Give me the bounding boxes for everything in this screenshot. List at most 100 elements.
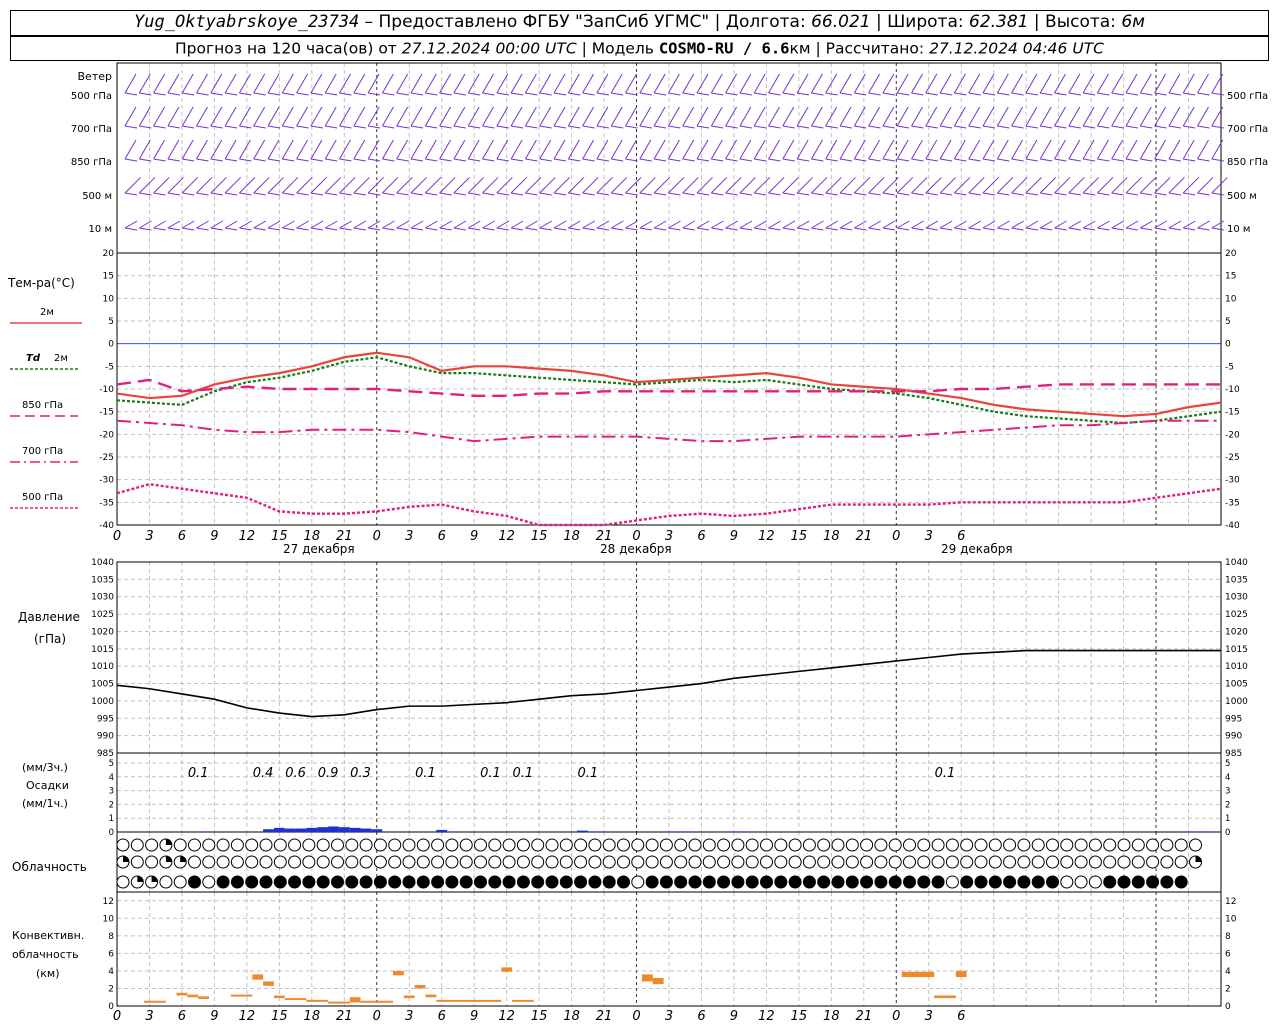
y-tick-label-right: 3 (1225, 787, 1230, 797)
wind-barb (1111, 220, 1125, 229)
wind-barb-shaft (1083, 227, 1096, 231)
wind-barb (424, 73, 437, 94)
wind-barb (453, 139, 466, 160)
wind-barb-shaft (625, 92, 638, 96)
wind-barb-shaft (839, 158, 853, 162)
wind-barb-shaft (568, 158, 581, 162)
wind-barb-shaft (925, 125, 938, 129)
cloud-symbol (459, 875, 473, 889)
wind-barb (510, 106, 523, 127)
wind-barb-shaft (1025, 92, 1038, 96)
wind-barb (653, 139, 666, 160)
wind-barb (381, 106, 394, 127)
y-tick-label-right: 1025 (1225, 610, 1248, 620)
conv-bar (187, 994, 199, 998)
wind-barb (167, 220, 181, 229)
wind-barb (381, 73, 394, 94)
wind-barb-shaft (425, 92, 438, 96)
cloud-symbol (1131, 855, 1145, 869)
cloud-symbol (1031, 875, 1045, 889)
day-label-27: 27 декабря (283, 542, 355, 556)
cloud-symbol (1189, 838, 1202, 852)
wind-barb-shaft (1211, 227, 1224, 231)
wind-barb (467, 106, 480, 127)
cloud-symbol (145, 838, 159, 852)
cloud-symbol (1060, 838, 1074, 852)
cloud-symbol (760, 838, 773, 852)
wind-barb-shaft (139, 227, 152, 231)
wind-barb-shaft (1083, 192, 1096, 196)
x-tick-label-bottom: 18 (304, 1009, 321, 1024)
wind-barb-shaft (153, 192, 166, 196)
wind-barb (553, 139, 566, 160)
wind-barb (510, 220, 524, 229)
wind-barb (625, 73, 637, 94)
wind-barb (667, 139, 680, 160)
y-tick-label-right: -20 (1225, 430, 1240, 440)
cloud-quarter (165, 839, 172, 845)
wind-barb-shaft (368, 92, 381, 96)
wind-barb (210, 106, 223, 127)
wind-barb (796, 177, 814, 194)
conv-bar (252, 974, 264, 980)
wind-barb-shaft (940, 192, 953, 196)
wind-barb-shaft (868, 158, 881, 162)
wind-barb (1125, 177, 1142, 194)
wind-barb-shaft (310, 125, 323, 129)
wind-barb (710, 106, 723, 127)
wind-barb (825, 106, 838, 127)
wind-barb-shaft (711, 158, 724, 162)
cloud-symbol (388, 875, 402, 889)
wind-barb (711, 220, 724, 229)
conv-bar (360, 1000, 393, 1003)
cloud-symbol (1017, 855, 1031, 869)
wind-barb (625, 106, 637, 127)
y-tick-label-right: 0 (1225, 828, 1230, 838)
wind-barb (238, 139, 251, 160)
wind-barb-shaft (1083, 92, 1096, 96)
wind-barb (925, 177, 942, 194)
wind-barb (1211, 220, 1225, 229)
x-tick-label: 18 (563, 529, 580, 544)
wind-barb-shaft (410, 158, 424, 162)
x-tick-label: 12 (758, 529, 775, 544)
y-tick-label-right: 1000 (1225, 697, 1248, 707)
wind-barb-shaft (339, 125, 352, 129)
y-tick-label-right: 0 (1225, 340, 1231, 350)
cloud-symbol (602, 875, 616, 889)
y-tick-label-right: 1040 (1225, 558, 1248, 568)
wind-barb-shaft (1011, 227, 1024, 231)
wind-barb (1025, 73, 1038, 94)
wind-barb-shaft (239, 227, 252, 231)
wind-barb-shaft (239, 192, 252, 196)
wind-barb-shaft (1068, 227, 1081, 231)
wind-barb (639, 106, 652, 127)
wind-barb-shaft (997, 125, 1010, 129)
precip-annotation: 0.1 (513, 766, 534, 781)
cloud-symbol (1174, 838, 1188, 852)
wind-barb (410, 220, 424, 229)
wind-barb-shaft (897, 92, 910, 96)
cloud-symbol (416, 875, 430, 889)
wind-barb-shaft (925, 158, 938, 162)
wind-barb (696, 177, 713, 194)
wind-barb-shaft (882, 227, 895, 231)
wind-barb (868, 177, 885, 194)
cloud-quarter (151, 876, 158, 882)
wind-barb (138, 73, 151, 94)
cloud-symbol (345, 855, 359, 869)
wind-barb-shaft (325, 227, 338, 231)
wind-barb (1082, 220, 1096, 229)
wind-barb (253, 220, 267, 229)
precip-bar (360, 828, 372, 832)
wind-barb-shaft (410, 192, 424, 196)
wind-barb (968, 220, 982, 229)
wind-barb (582, 73, 595, 94)
x-tick-label: 12 (239, 529, 256, 544)
cloud-symbol (202, 855, 216, 869)
wind-barb (925, 220, 939, 229)
x-tick-label: 6 (697, 529, 705, 544)
wind-barb (453, 106, 466, 127)
wind-barb-shaft (639, 192, 652, 196)
wind-barb (567, 106, 580, 127)
